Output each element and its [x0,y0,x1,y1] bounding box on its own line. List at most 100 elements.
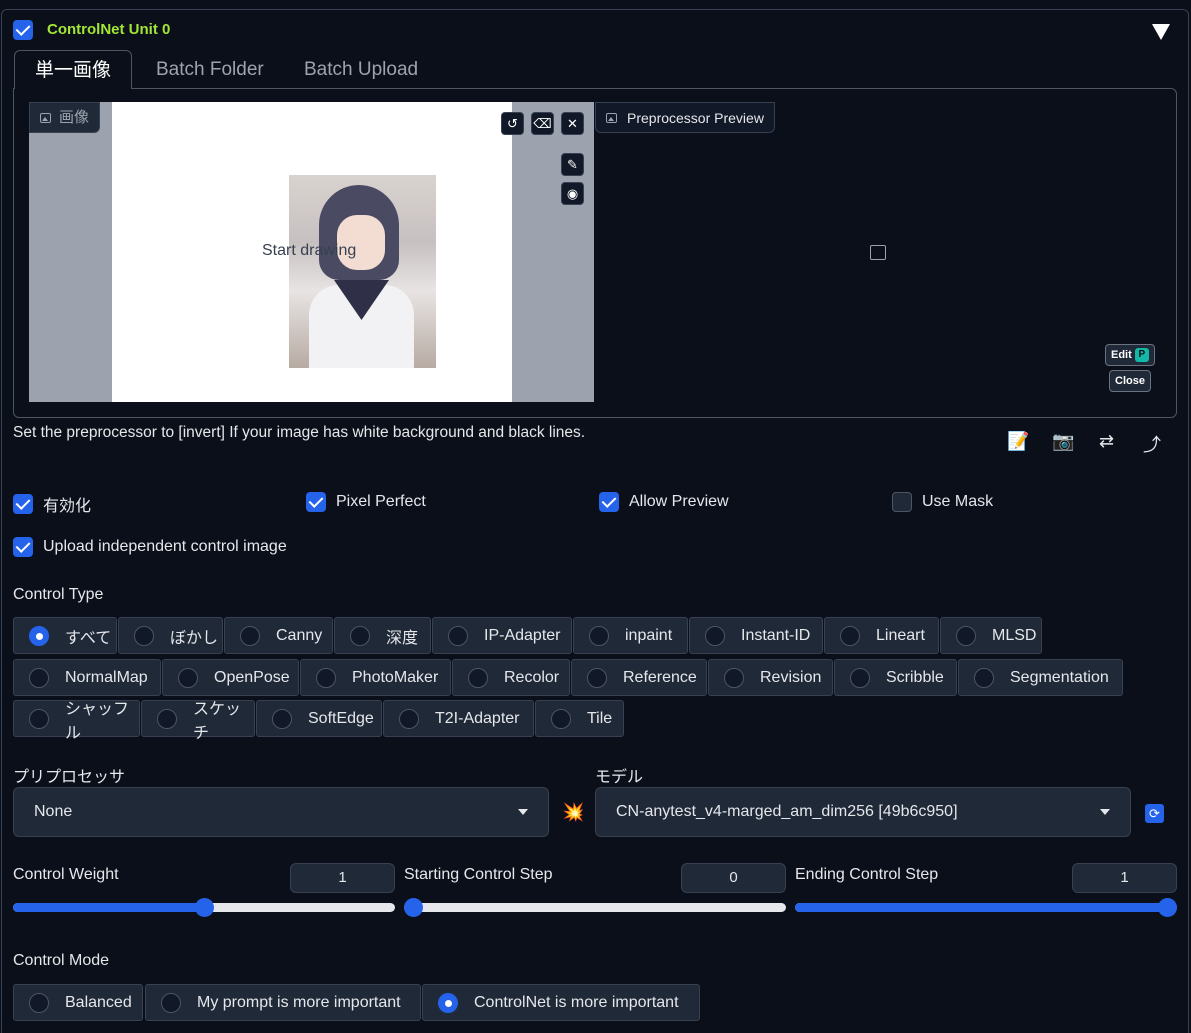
control-type-option[interactable]: シャッフル [13,700,140,742]
control-mode-option[interactable]: My prompt is more important [145,984,421,1021]
enable-checkbox[interactable]: 有効化 [13,492,91,516]
send-icon[interactable]: ⤴ [1143,431,1161,457]
image-icon [606,112,617,123]
preprocessor-dropdown[interactable]: None [13,787,549,837]
palette-icon[interactable]: ◉ [561,182,584,205]
model-dropdown[interactable]: CN-anytest_v4-marged_am_dim256 [49b6c950… [595,787,1131,837]
control-mode-option[interactable]: ControlNet is more important [422,984,700,1021]
model-label: モデル [595,769,644,786]
control-type-option[interactable]: inpaint [573,617,688,654]
control-mode-label: Control Mode [13,952,110,969]
refresh-icon[interactable]: ⟳ [1145,804,1164,823]
ending-step-label: Ending Control Step [795,866,939,883]
control-type-option[interactable]: Scribble [834,659,957,696]
radio-icon [29,992,49,1013]
radio-icon [974,667,994,688]
unit-title: ControlNet Unit 0 [47,21,171,38]
radio-icon [240,625,260,646]
radio-icon [587,667,607,688]
control-type-option[interactable]: Canny [224,617,333,654]
radio-icon [161,992,181,1013]
control-type-option[interactable]: ぼかし [118,617,223,654]
radio-icon [840,625,860,646]
control-type-option[interactable]: NormalMap [13,659,161,696]
control-type-option[interactable]: OpenPose [162,659,299,696]
pixel-perfect-checkbox[interactable]: Pixel Perfect [306,492,426,512]
control-type-option[interactable]: Tile [535,700,624,737]
radio-icon [29,625,49,646]
tab-single-image[interactable]: 単一画像 [14,50,133,89]
control-weight-input[interactable]: 1 [290,863,395,893]
radio-icon [850,667,870,688]
radio-icon [589,625,609,646]
tab-batch-upload[interactable]: Batch Upload [284,50,438,89]
radio-icon [29,667,49,688]
control-weight-slider-handle[interactable] [194,898,214,917]
radio-icon [316,667,336,688]
brush-icon[interactable]: ✎ [561,153,584,176]
control-type-option[interactable]: PhotoMaker [300,659,451,696]
control-type-option[interactable]: IP-Adapter [432,617,572,654]
uploaded-image [289,175,436,368]
radio-icon [134,625,154,646]
starting-step-label: Starting Control Step [404,866,553,883]
radio-icon [551,708,571,729]
close-icon[interactable]: ✕ [561,112,584,135]
radio-icon [448,625,468,646]
control-weight-label: Control Weight [13,866,119,883]
unit-enable-checkbox[interactable] [13,20,33,40]
upload-independent-checkbox[interactable]: Upload independent control image [13,537,287,557]
control-type-option[interactable]: T2I-Adapter [383,700,534,737]
control-type-option[interactable]: Instant-ID [689,617,823,654]
control-mode-option[interactable]: Balanced [13,984,143,1021]
starting-step-slider-handle[interactable] [404,898,423,917]
control-type-option[interactable]: Segmentation [958,659,1123,696]
start-drawing-text: Start drawing [262,242,357,259]
radio-icon [157,708,177,729]
control-type-option[interactable]: Revision [708,659,833,696]
radio-icon [272,708,292,729]
tab-batch-folder[interactable]: Batch Folder [136,50,284,89]
ending-step-slider-handle[interactable] [1158,898,1177,917]
use-mask-checkbox[interactable]: Use Mask [892,492,993,512]
control-type-option[interactable]: Reference [571,659,707,696]
control-type-option[interactable]: スケッチ [141,700,255,742]
control-type-label: Control Type [13,586,104,603]
edit-button[interactable]: Edit P [1105,344,1155,366]
collapse-icon[interactable] [1152,24,1170,40]
camera-icon[interactable]: 📷 [1052,431,1074,452]
starting-step-slider[interactable] [404,903,786,912]
control-type-option[interactable]: Recolor [452,659,570,696]
edit-icon: P [1134,348,1149,362]
control-type-option[interactable]: 深度 [334,617,431,654]
chevron-down-icon [1100,809,1110,815]
radio-icon [29,708,49,729]
notes-icon[interactable]: 📝 [1007,431,1029,452]
close-button[interactable]: Close [1109,370,1151,392]
control-type-option[interactable]: すべて [13,617,117,654]
eraser-icon[interactable]: ⌫ [531,112,554,135]
ending-step-input[interactable]: 1 [1072,863,1177,893]
radio-icon [956,625,976,646]
radio-icon [399,708,419,729]
control-type-option[interactable]: MLSD [940,617,1042,654]
allow-preview-checkbox[interactable]: Allow Preview [599,492,729,512]
radio-icon [350,625,370,646]
control-type-option[interactable]: Lineart [824,617,939,654]
radio-icon [724,667,744,688]
preprocessor-hint: Set the preprocessor to [invert] If your… [13,424,586,441]
preprocessor-label: プリプロセッサ [13,769,126,786]
starting-step-input[interactable]: 0 [681,863,786,893]
control-type-option[interactable]: SoftEdge [256,700,382,737]
radio-icon [468,667,488,688]
undo-icon[interactable]: ↺ [501,112,524,135]
preview-placeholder-icon [870,245,886,260]
chevron-down-icon [518,809,528,815]
swap-icon[interactable]: ⇄ [1099,431,1114,452]
run-preprocessor-icon[interactable]: 💥 [562,802,584,823]
radio-icon [438,992,458,1013]
radio-icon [705,625,725,646]
ending-step-slider[interactable] [795,903,1177,912]
image-label: 画像 [29,102,101,133]
image-icon [40,112,51,123]
